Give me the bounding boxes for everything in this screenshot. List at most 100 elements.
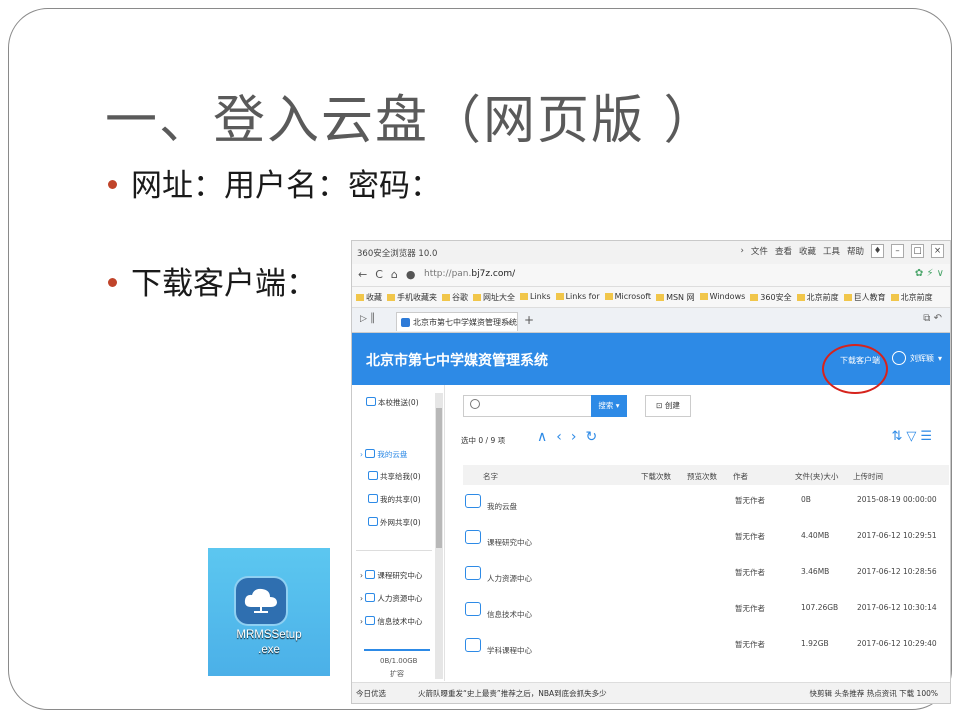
table-header: 名字 下载次数 预览次数 作者 文件(夹)大小 上传时间	[463, 465, 949, 485]
address-bar: ← C ⌂ ● http://pan.bj7z.com/ ✿ ⚡ ∨	[352, 264, 950, 287]
sort-filter-icon[interactable]: ⇅▽☰	[891, 429, 936, 444]
favorites-item[interactable]: 北京前度	[797, 292, 839, 303]
quota-text: 0B/1.00GB	[380, 657, 418, 665]
user-name: 刘辉颖	[910, 353, 934, 363]
news-ticker[interactable]: 火箭队曝重发“史上最贵”推荐之后，NBA到底会抓失多少	[418, 688, 607, 699]
create-button[interactable]: ⊡ 创建	[645, 395, 691, 417]
col-downloads[interactable]: 下载次数	[641, 471, 671, 482]
today-picks[interactable]: 今日优选	[356, 688, 386, 699]
sidebar-item-external-shares[interactable]: 外网共享(0)	[368, 517, 421, 528]
expand-link[interactable]: 扩容	[390, 669, 404, 679]
chevron-right-icon[interactable]: ›	[741, 246, 744, 256]
undo-icon[interactable]: ⧉ ↶	[923, 313, 942, 324]
new-tab-button[interactable]: +	[524, 313, 534, 327]
app-sidebar: 本校推送(0) › 我的云盘 共享给我(0) 我的共享(0) 外网共享(0) ›…	[352, 385, 445, 681]
shield-icon: ●	[405, 268, 416, 281]
nav-arrows-icon[interactable]: ∧‹›↻	[537, 429, 606, 445]
share-in-icon	[368, 471, 378, 480]
sidebar-item-my-disk[interactable]: › 我的云盘	[360, 449, 407, 460]
app-title: 北京市第七中学媒资管理系统	[366, 353, 548, 369]
sidebar-item-my-shares[interactable]: 我的共享(0)	[368, 494, 421, 505]
row-size: 4.40MB	[801, 531, 830, 540]
share-icon	[368, 517, 378, 526]
setup-exe-file[interactable]: MRMSSetup .exe	[208, 548, 330, 676]
col-size[interactable]: 文件(夹)大小	[795, 471, 838, 482]
favorites-item[interactable]: 巨人教育	[844, 292, 886, 303]
row-name: 课程研究中心	[487, 538, 532, 547]
sidebar-item-school-push[interactable]: 本校推送(0)	[366, 397, 419, 408]
browser-statusbar: 今日优选 火箭队曝重发“史上最贵”推荐之后，NBA到底会抓失多少 快剪辑 头条推…	[352, 682, 950, 703]
row-author: 暂无作者	[735, 532, 765, 541]
favorites-item[interactable]: Links	[520, 292, 551, 303]
table-row[interactable]: 我的云盘 暂无作者 0B 2015-08-19 00:00:00	[463, 489, 949, 525]
favorites-item[interactable]: 谷歌	[442, 292, 468, 303]
menu-tools[interactable]: 工具	[823, 245, 840, 257]
table-row[interactable]: 课程研究中心 暂无作者 4.40MB 2017-06-12 10:29:51	[463, 525, 949, 561]
col-name[interactable]: 名字	[483, 471, 498, 482]
cloud-folder-icon	[465, 566, 481, 580]
tab-close-icon[interactable]: ×	[505, 313, 512, 332]
table-row[interactable]: 信息技术中心 暂无作者 107.26GB 2017-06-12 10:30:14	[463, 597, 949, 633]
col-time[interactable]: 上传时间	[853, 471, 883, 482]
favorites-item[interactable]: 收藏	[356, 292, 382, 303]
menu-file[interactable]: 文件	[751, 245, 768, 257]
minimize-button[interactable]: –	[891, 244, 904, 258]
user-avatar-icon	[892, 351, 906, 365]
bullet-download: 下载客户端：	[108, 258, 317, 303]
menu-help[interactable]: 帮助	[847, 245, 864, 257]
browser-titlebar: 360安全浏览器 10.0 › 文件 查看 收藏 工具 帮助 ♦ – □ ×	[352, 241, 950, 264]
quota-bar	[364, 649, 430, 651]
home-icon[interactable]: ⌂	[391, 268, 398, 281]
tab-active[interactable]: 北京市第七中学媒资管理系统 ×	[396, 312, 518, 331]
nav-buttons: ← C ⌂ ●	[358, 268, 416, 281]
row-size: 107.26GB	[801, 603, 839, 612]
favorites-item[interactable]: 360安全	[750, 292, 791, 303]
url-field[interactable]: http://pan.bj7z.com/	[424, 267, 904, 282]
sidebar-item-shared-to-me[interactable]: 共享给我(0)	[368, 471, 421, 482]
sidebar-group[interactable]: › 课程研究中心	[360, 570, 422, 581]
favorites-item[interactable]: MSN 网	[656, 292, 695, 303]
refresh-icon[interactable]: C	[375, 268, 383, 281]
cloud-icon	[365, 570, 376, 579]
status-tools[interactable]: 快剪辑 头条推荐 热点资讯 下载 100%	[810, 688, 938, 699]
bullet-url: 网址：用户名：密码：	[108, 160, 441, 205]
col-previews[interactable]: 预览次数	[687, 471, 717, 482]
scroll-thumb[interactable]	[436, 408, 442, 548]
row-time: 2017-06-12 10:30:14	[857, 603, 937, 612]
table-row[interactable]: 人力资源中心 暂无作者 3.46MB 2017-06-12 10:28:56	[463, 561, 949, 597]
cloud-setup-icon	[236, 578, 286, 624]
cloud-folder-icon	[465, 530, 481, 544]
bullet-text: 下载客户端：	[131, 266, 317, 302]
lightning-icon[interactable]: ✿ ⚡ ∨	[915, 268, 944, 279]
menu-favorites[interactable]: 收藏	[799, 245, 816, 257]
sidebar-scrollbar[interactable]	[435, 393, 443, 679]
sidebar-group[interactable]: › 信息技术中心	[360, 616, 422, 627]
col-author[interactable]: 作者	[733, 471, 748, 482]
search-input[interactable]	[463, 395, 593, 417]
favorites-item[interactable]: 手机收藏夹	[387, 292, 437, 303]
row-size: 0B	[801, 495, 811, 504]
favorites-item[interactable]: Microsoft	[605, 292, 651, 303]
row-author: 暂无作者	[735, 604, 765, 613]
sidebar-toggle-icon[interactable]: ▷ ║	[360, 314, 375, 324]
maximize-button[interactable]: □	[911, 244, 924, 258]
favorites-item[interactable]: Links for	[556, 292, 600, 303]
row-size: 3.46MB	[801, 567, 830, 576]
favorites-item[interactable]: 北京前度	[891, 292, 933, 303]
cloud-folder-icon	[465, 638, 481, 652]
cloud-icon	[365, 593, 376, 602]
menu-view[interactable]: 查看	[775, 245, 792, 257]
row-size: 1.92GB	[801, 639, 829, 648]
search-button[interactable]: 搜索 ▾	[591, 395, 627, 417]
share-out-icon	[368, 494, 378, 503]
favorites-item[interactable]: Windows	[700, 292, 746, 303]
user-menu[interactable]: 刘辉颖 ▾	[892, 351, 942, 365]
table-row[interactable]: 学科课程中心 暂无作者 1.92GB 2017-06-12 10:29:40	[463, 633, 949, 669]
back-icon[interactable]: ←	[358, 268, 367, 281]
shirt-icon[interactable]: ♦	[871, 244, 884, 258]
cloud-folder-icon	[465, 602, 481, 616]
sidebar-group[interactable]: › 人力资源中心	[360, 593, 422, 604]
favorites-item[interactable]: 网址大全	[473, 292, 515, 303]
browser-window: 360安全浏览器 10.0 › 文件 查看 收藏 工具 帮助 ♦ – □ × ←…	[351, 240, 951, 704]
close-button[interactable]: ×	[931, 244, 944, 258]
